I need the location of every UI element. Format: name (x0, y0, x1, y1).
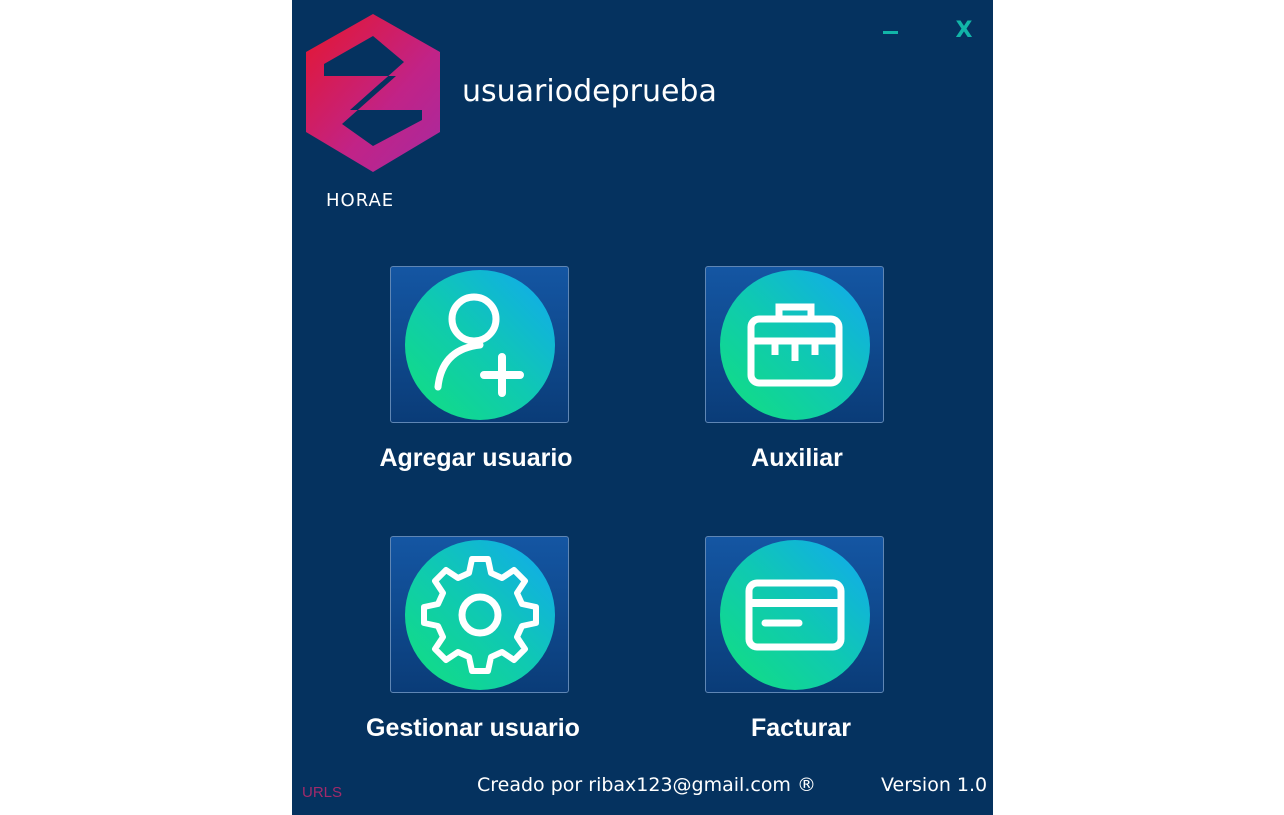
add-user-icon (434, 293, 524, 397)
credit-card-icon-circle (719, 539, 870, 690)
invoice-button[interactable] (705, 536, 884, 693)
horae-logo (306, 14, 440, 172)
minimize-icon (882, 30, 898, 34)
auxiliar-label: Auxiliar (751, 444, 843, 472)
close-button[interactable]: X (944, 10, 984, 50)
toolbox-icon-circle (719, 269, 870, 420)
urls-link[interactable]: URLS (302, 784, 342, 801)
manage-user-button[interactable] (390, 536, 569, 693)
version-text: Version 1.0 (881, 774, 988, 796)
auxiliar-button[interactable] (705, 266, 884, 423)
add-user-label: Agregar usuario (379, 444, 573, 472)
add-user-button[interactable] (390, 266, 569, 423)
toolbox-icon (747, 303, 842, 386)
credit-text: Creado por ribax123@gmail.com ® (477, 774, 816, 796)
manage-user-label: Gestionar usuario (366, 714, 580, 742)
username-label: usuariodeprueba (462, 74, 717, 109)
main-window: X HORAE usuariodeprueba Agregar usuario (292, 0, 993, 815)
invoice-label: Facturar (750, 714, 852, 742)
gear-icon (420, 555, 539, 674)
add-user-icon-circle (404, 269, 555, 420)
credit-card-icon (745, 579, 844, 650)
gear-icon-circle (404, 539, 555, 690)
brand-name: HORAE (326, 190, 395, 211)
minimize-button[interactable] (870, 10, 910, 50)
